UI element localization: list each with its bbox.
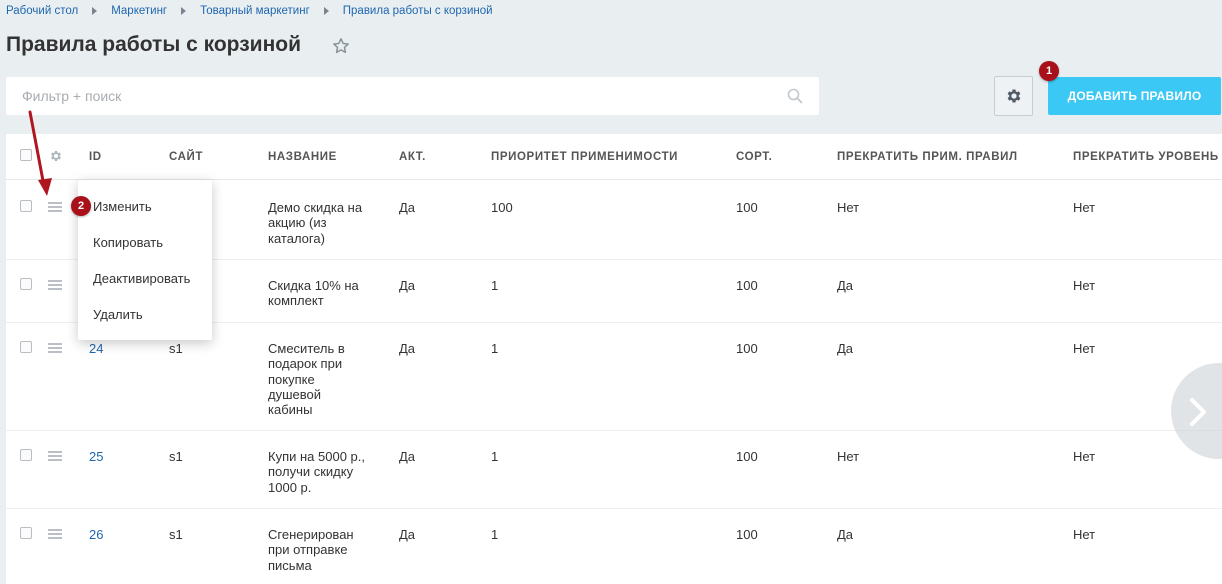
cell-stop-rules: Нет	[837, 449, 860, 464]
row-checkbox[interactable]	[20, 278, 32, 290]
cell-stop-rules: Да	[837, 278, 854, 293]
cell-stop-rules: Да	[837, 341, 854, 356]
table-header: ID САЙТ НАЗВАНИЕ АКТ. ПРИОРИТЕТ ПРИМЕНИМ…	[6, 134, 1222, 180]
row-menu-icon[interactable]	[48, 529, 62, 539]
breadcrumb-item-product-marketing[interactable]: Товарный маркетинг	[200, 5, 310, 17]
cell-stop-level: Нет	[1073, 278, 1096, 293]
column-header-sort[interactable]: СОРТ.	[736, 151, 772, 163]
breadcrumb-separator-icon	[92, 7, 98, 15]
cell-priority: 1	[491, 527, 499, 542]
row-checkbox[interactable]	[20, 341, 32, 353]
cell-active: Да	[399, 527, 416, 542]
chevron-right-icon	[1190, 398, 1206, 426]
filter-search-box	[6, 77, 819, 115]
search-icon[interactable]	[787, 88, 803, 104]
cell-stop-rules: Нет	[837, 200, 860, 215]
row-checkbox[interactable]	[20, 527, 32, 539]
breadcrumb: Рабочий стол Маркетинг Товарный маркетин…	[6, 5, 493, 17]
menu-item-edit[interactable]: Изменить	[93, 199, 152, 214]
gear-icon	[1007, 89, 1020, 103]
row-menu-icon[interactable]	[48, 343, 62, 353]
cell-stop-level: Нет	[1073, 527, 1096, 542]
row-checkbox[interactable]	[20, 449, 32, 461]
cell-name: Смеситель в подарок при покупке душевой …	[268, 341, 345, 418]
cell-active: Да	[399, 278, 416, 293]
row-checkbox[interactable]	[20, 200, 32, 212]
breadcrumb-item-marketing[interactable]: Маркетинг	[111, 5, 167, 17]
breadcrumb-separator-icon	[181, 7, 187, 15]
annotation-marker-2: 2	[71, 196, 91, 216]
row-context-menu: Изменить Копировать Деактивировать Удали…	[78, 180, 212, 340]
cell-sort: 100	[736, 527, 758, 542]
row-menu-icon[interactable]	[48, 451, 62, 461]
add-rule-button[interactable]: ДОБАВИТЬ ПРАВИЛО	[1048, 77, 1221, 115]
column-header-name[interactable]: НАЗВАНИЕ	[268, 151, 337, 163]
menu-item-deactivate[interactable]: Деактивировать	[93, 271, 190, 286]
select-all-checkbox[interactable]	[20, 149, 32, 161]
column-header-active[interactable]: АКТ.	[399, 151, 426, 163]
cell-name: Сгенерирован при отправке письма	[268, 527, 354, 573]
table-row[interactable]: 26 s1 Сгенерирован при отправке письма Д…	[6, 509, 1222, 584]
table-row[interactable]: 25 s1 Купи на 5000 р., получи скидку 100…	[6, 431, 1222, 509]
settings-button[interactable]	[994, 76, 1033, 116]
cell-site: s1	[169, 449, 183, 464]
cell-priority: 1	[491, 278, 499, 293]
cell-stop-rules: Да	[837, 527, 854, 542]
breadcrumb-separator-icon	[323, 7, 329, 15]
cell-id[interactable]: 26	[89, 527, 103, 542]
cell-active: Да	[399, 449, 416, 464]
column-header-stop-rules[interactable]: ПРЕКРАТИТЬ ПРИМ. ПРАВИЛ	[837, 151, 1018, 163]
page-title: Правила работы с корзиной	[6, 33, 302, 56]
cell-id[interactable]: 25	[89, 449, 103, 464]
cell-site: s1	[169, 527, 183, 542]
cell-stop-level: Нет	[1073, 449, 1096, 464]
cell-site: s1	[169, 341, 183, 356]
cell-priority: 1	[491, 341, 499, 356]
cell-stop-level: Нет	[1073, 200, 1096, 215]
filter-search-input[interactable]	[6, 77, 819, 115]
menu-item-copy[interactable]: Копировать	[93, 235, 163, 250]
cell-id[interactable]: 24	[89, 341, 103, 356]
cell-sort: 100	[736, 449, 758, 464]
star-icon[interactable]	[332, 37, 350, 55]
row-menu-icon[interactable]	[48, 202, 62, 212]
column-header-stop-level[interactable]: ПРЕКРАТИТЬ УРОВЕНЬ	[1073, 151, 1219, 163]
gear-icon[interactable]	[49, 149, 63, 163]
cell-priority: 100	[491, 200, 513, 215]
cell-priority: 1	[491, 449, 499, 464]
column-header-id[interactable]: ID	[89, 151, 102, 163]
column-header-site[interactable]: САЙТ	[169, 151, 203, 163]
cell-sort: 100	[736, 341, 758, 356]
cell-active: Да	[399, 341, 416, 356]
cell-sort: 100	[736, 200, 758, 215]
breadcrumb-item-cart-rules[interactable]: Правила работы с корзиной	[343, 5, 493, 17]
menu-item-delete[interactable]: Удалить	[93, 307, 143, 322]
annotation-marker-1: 1	[1039, 61, 1059, 81]
row-menu-icon[interactable]	[48, 280, 62, 290]
cell-stop-level: Нет	[1073, 341, 1096, 356]
cell-sort: 100	[736, 278, 758, 293]
cell-name: Скидка 10% на комплект	[268, 278, 359, 309]
column-header-priority[interactable]: ПРИОРИТЕТ ПРИМЕНИМОСТИ	[491, 151, 678, 163]
cell-name: Демо скидка на акцию (из каталога)	[268, 200, 363, 246]
breadcrumb-item-desktop[interactable]: Рабочий стол	[6, 5, 78, 17]
cell-name: Купи на 5000 р., получи скидку 1000 р.	[268, 449, 365, 495]
cell-active: Да	[399, 200, 416, 215]
